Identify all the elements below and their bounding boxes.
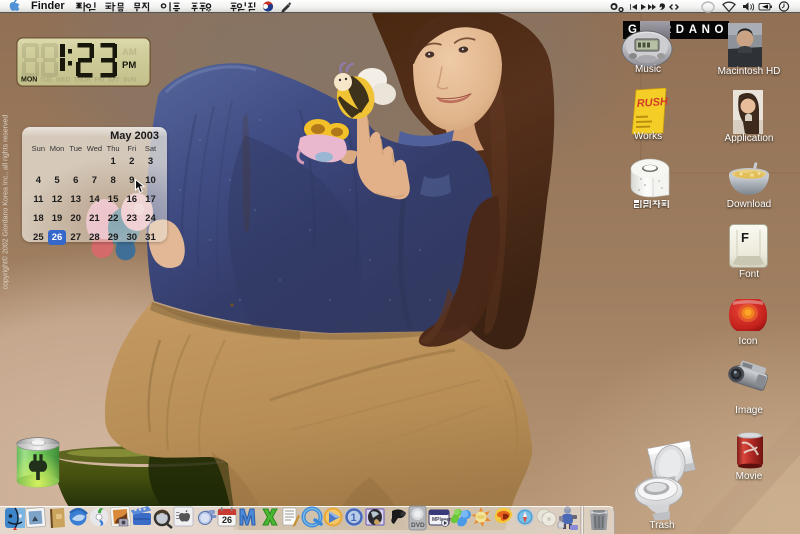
svg-text:26: 26: [222, 515, 232, 525]
svg-text:RUSH: RUSH: [636, 96, 668, 110]
svg-text:AM: AM: [122, 47, 137, 58]
svg-text:TUE WED THUR FRI SAT SUN: TUE WED THUR FRI SAT SUN: [40, 77, 137, 84]
svg-text:F: F: [741, 230, 749, 245]
svg-text:DVD: DVD: [411, 522, 425, 529]
svg-text:1: 1: [351, 512, 357, 524]
svg-text:PM: PM: [122, 60, 136, 71]
svg-text:MON: MON: [21, 77, 37, 84]
